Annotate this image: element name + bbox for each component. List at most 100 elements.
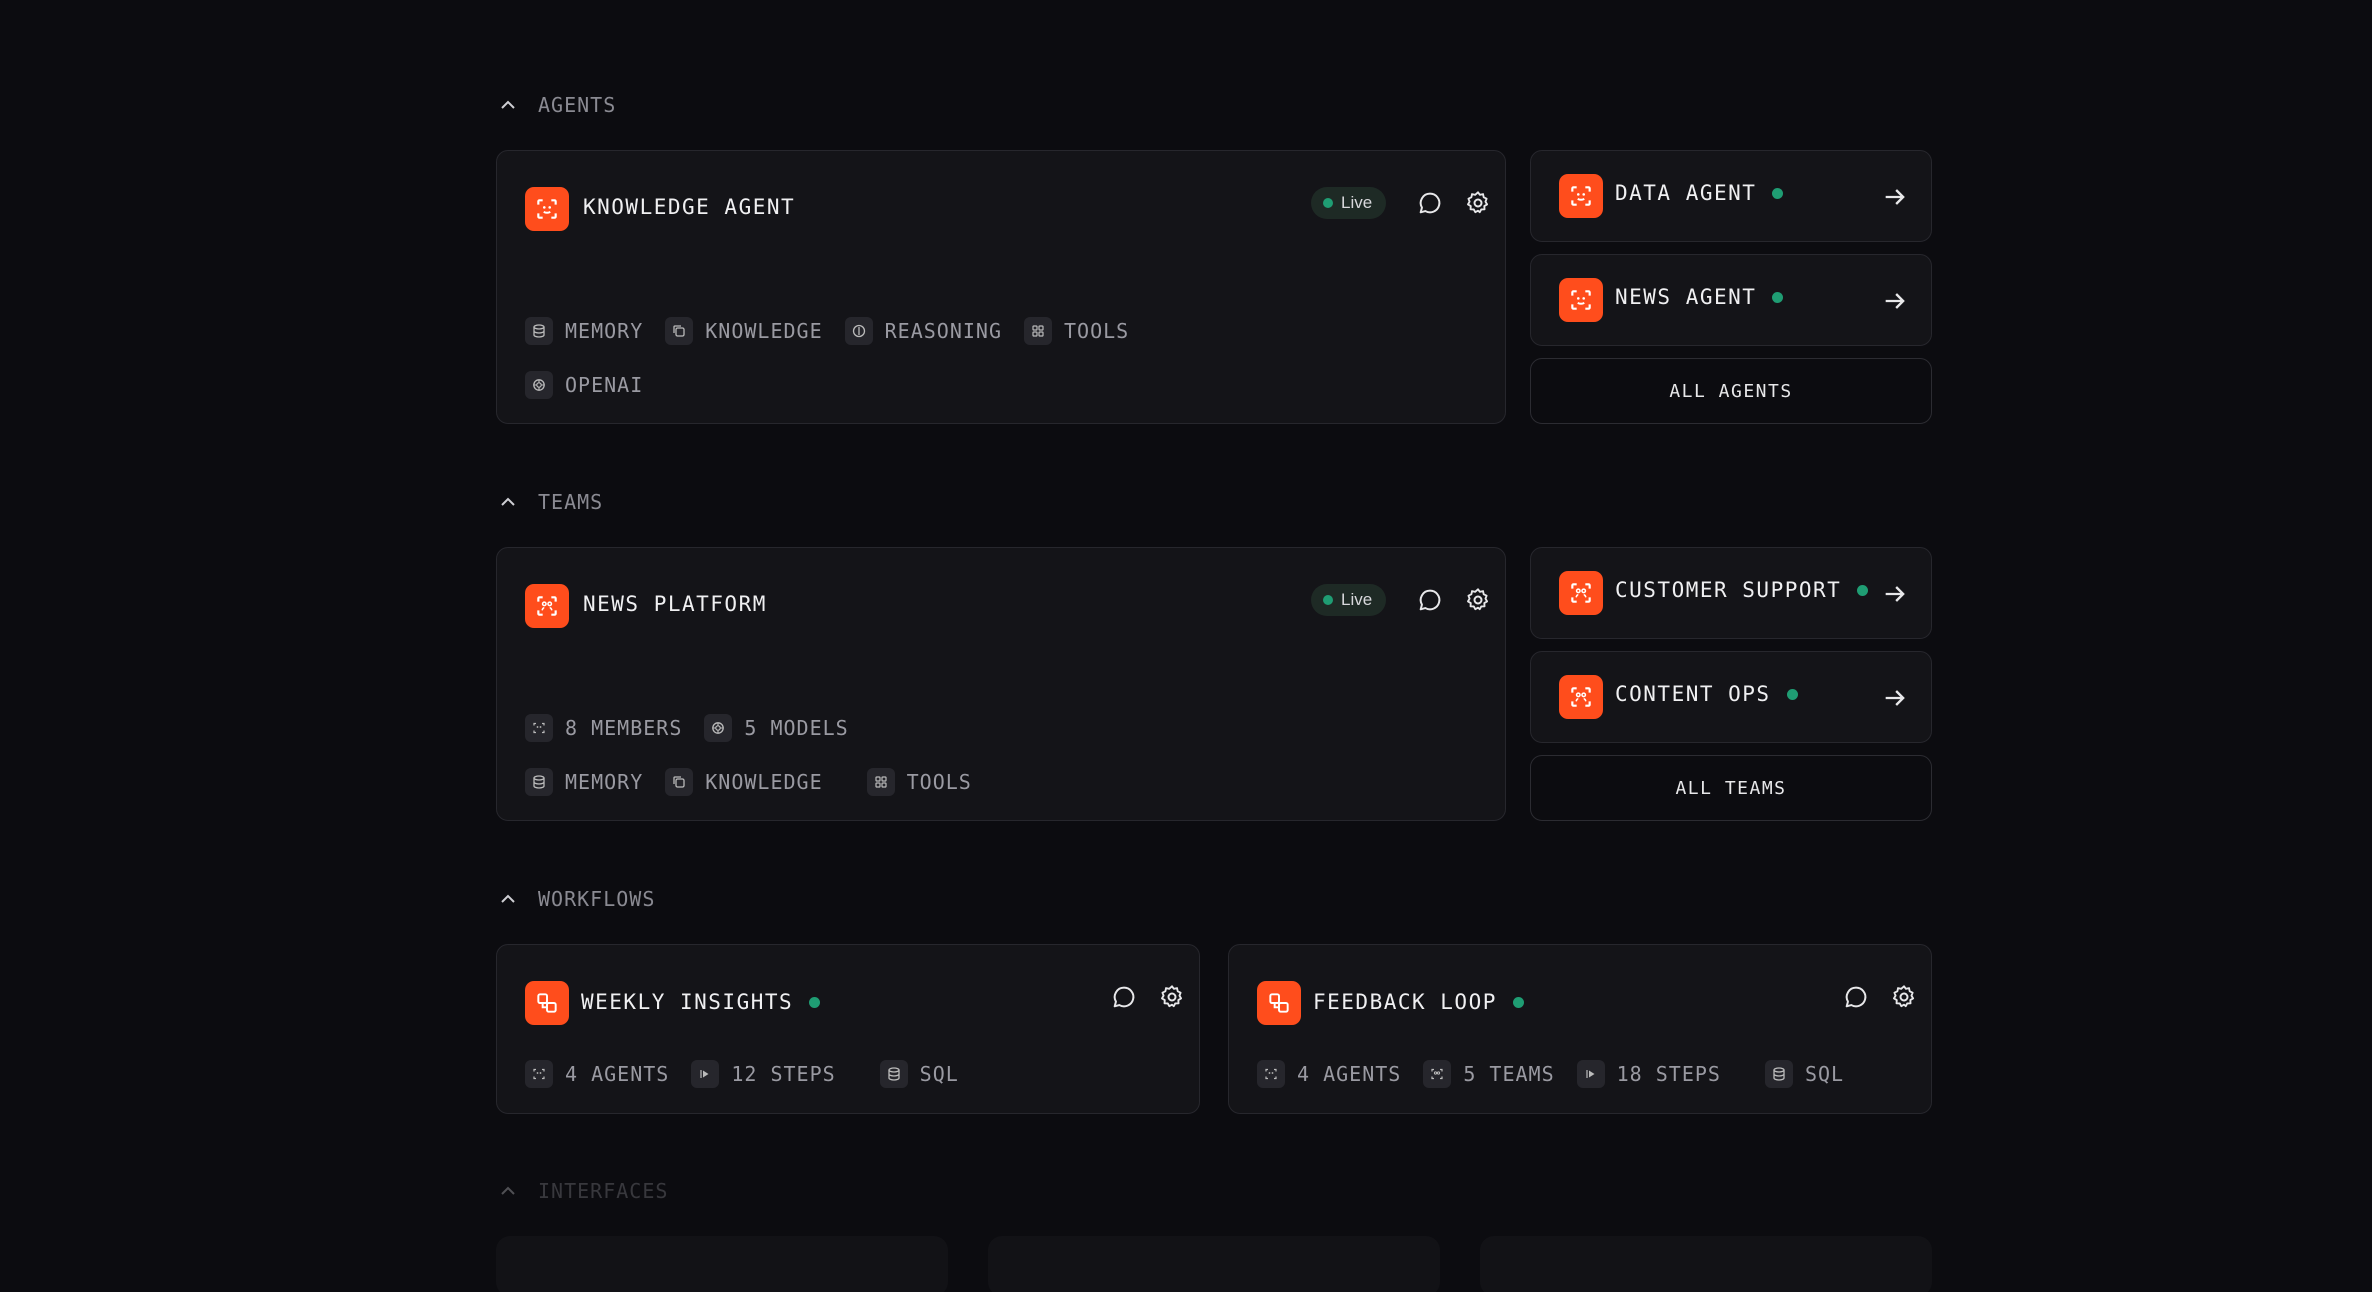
copy-icon [665,317,694,345]
play-icon [691,1060,720,1088]
tag-steps: 18 STEPS [1576,1060,1721,1088]
team-logo-icon [1559,675,1603,719]
agent-icon [525,1060,553,1088]
interfaces-section-label: INTERFACES [538,1179,669,1203]
tag-sql: SQL [879,1060,959,1088]
team-card-news-platform[interactable]: NEWS PLATFORM Live 8 MEMBERS 5 MODELS ME… [496,547,1506,821]
agent-item-title: NEWS AGENT [1615,285,1757,309]
database-icon [879,1060,908,1088]
workflow-card-feedback-loop[interactable]: FEEDBACK LOOP 4 AGENTS 5 TEAMS 18 STEPS … [1228,944,1932,1114]
team-stats: 8 MEMBERS 5 MODELS [525,714,849,742]
chevron-up-icon [501,100,515,109]
agent-logo-icon [1559,278,1603,322]
chat-icon[interactable] [1415,585,1445,615]
arrow-right-icon[interactable] [1881,684,1909,712]
members-icon [525,714,553,742]
arrow-right-icon[interactable] [1881,183,1909,211]
team-item-title: CONTENT OPS [1615,682,1771,706]
gear-icon[interactable] [1889,982,1919,1012]
tag-models: 5 MODELS [704,714,848,742]
workflow-card-weekly-insights[interactable]: WEEKLY INSIGHTS 4 AGENTS 12 STEPS SQL [496,944,1200,1114]
tag-memory: MEMORY [525,768,643,796]
gear-icon[interactable] [1157,982,1187,1012]
team-item-title: CUSTOMER SUPPORT [1615,578,1842,602]
grid-icon [866,768,895,796]
workflow-logo-icon [525,981,569,1025]
tag-agents: 4 AGENTS [525,1060,669,1088]
workflows-section-label: WORKFLOWS [538,887,656,911]
workflow-logo-icon [1257,981,1301,1025]
team-logo-icon [1559,571,1603,615]
live-status-badge: Live [1311,187,1387,219]
agent-icon [1257,1060,1285,1088]
tag-tools: TOOLS [1024,317,1129,345]
teams-section-label: TEAMS [538,490,604,514]
chat-icon[interactable] [1109,982,1139,1012]
team-item-content-ops[interactable]: CONTENT OPS [1530,651,1932,743]
database-icon [525,768,553,796]
agent-model: OPENAI [525,371,643,399]
database-icon [1764,1060,1793,1088]
team-capabilities: MEMORY KNOWLEDGE TOOLS [525,768,972,796]
workflow-title: FEEDBACK LOOP [1313,990,1497,1014]
team-item-customer-support[interactable]: CUSTOMER SUPPORT [1530,547,1932,639]
workflow-stats: 4 AGENTS 12 STEPS SQL [525,1060,959,1088]
status-dot [1772,187,1784,199]
tag-knowledge: KNOWLEDGE [665,768,822,796]
chevron-up-icon [501,894,515,903]
tag-teams: 5 TEAMS [1423,1060,1554,1088]
status-dot [1857,584,1869,596]
all-agents-button[interactable]: ALL AGENTS [1530,358,1932,424]
tag-reasoning: REASONING [844,317,1002,345]
agent-logo-icon [525,187,569,231]
openai-icon [704,714,733,742]
status-dot [1772,291,1784,303]
team-icon [1423,1060,1452,1088]
live-status-badge: Live [1311,584,1387,616]
tag-members: 8 MEMBERS [525,714,682,742]
tag-memory: MEMORY [525,317,643,345]
grid-icon [1024,317,1052,345]
chevron-up-icon [501,1186,515,1195]
agents-section-toggle[interactable]: AGENTS [496,90,616,120]
chat-icon[interactable] [1415,188,1445,218]
tag-knowledge: KNOWLEDGE [665,317,822,345]
agent-item-news[interactable]: NEWS AGENT [1530,254,1932,346]
database-icon [525,317,553,345]
interface-card-placeholder [988,1236,1440,1292]
arrow-right-icon[interactable] [1881,287,1909,315]
all-teams-button[interactable]: ALL TEAMS [1530,755,1932,821]
agent-title: KNOWLEDGE AGENT [583,195,796,219]
chat-icon[interactable] [1841,982,1871,1012]
status-dot [809,996,821,1008]
reasoning-icon [844,317,873,345]
interface-card-placeholder [1480,1236,1932,1292]
gear-icon[interactable] [1463,188,1493,218]
teams-section-toggle[interactable]: TEAMS [496,487,603,517]
play-icon [1576,1060,1605,1088]
arrow-right-icon[interactable] [1881,580,1909,608]
tag-model: OPENAI [525,371,643,399]
workflow-stats: 4 AGENTS 5 TEAMS 18 STEPS SQL [1257,1060,1844,1088]
agent-logo-icon [1559,174,1603,218]
team-title: NEWS PLATFORM [583,592,767,616]
agent-capabilities: MEMORY KNOWLEDGE REASONING TOOLS [525,317,1129,345]
tag-steps: 12 STEPS [691,1060,835,1088]
gear-icon[interactable] [1463,585,1493,615]
agent-card-knowledge[interactable]: KNOWLEDGE AGENT Live MEMORY KNOWLEDGE RE… [496,150,1506,424]
openai-icon [525,371,553,399]
chevron-up-icon [501,497,515,506]
tag-agents: 4 AGENTS [1257,1060,1401,1088]
copy-icon [665,768,694,796]
workflow-title: WEEKLY INSIGHTS [581,990,794,1014]
tag-tools: TOOLS [866,768,972,796]
agent-item-data[interactable]: DATA AGENT [1530,150,1932,242]
agents-section-label: AGENTS [538,93,617,117]
status-dot [1786,688,1798,700]
interfaces-section-toggle[interactable]: INTERFACES [496,1176,668,1206]
team-logo-icon [525,584,569,628]
workflows-section-toggle[interactable]: WORKFLOWS [496,884,655,914]
status-dot [1512,996,1524,1008]
agent-item-title: DATA AGENT [1615,181,1757,205]
tag-sql: SQL [1764,1060,1844,1088]
